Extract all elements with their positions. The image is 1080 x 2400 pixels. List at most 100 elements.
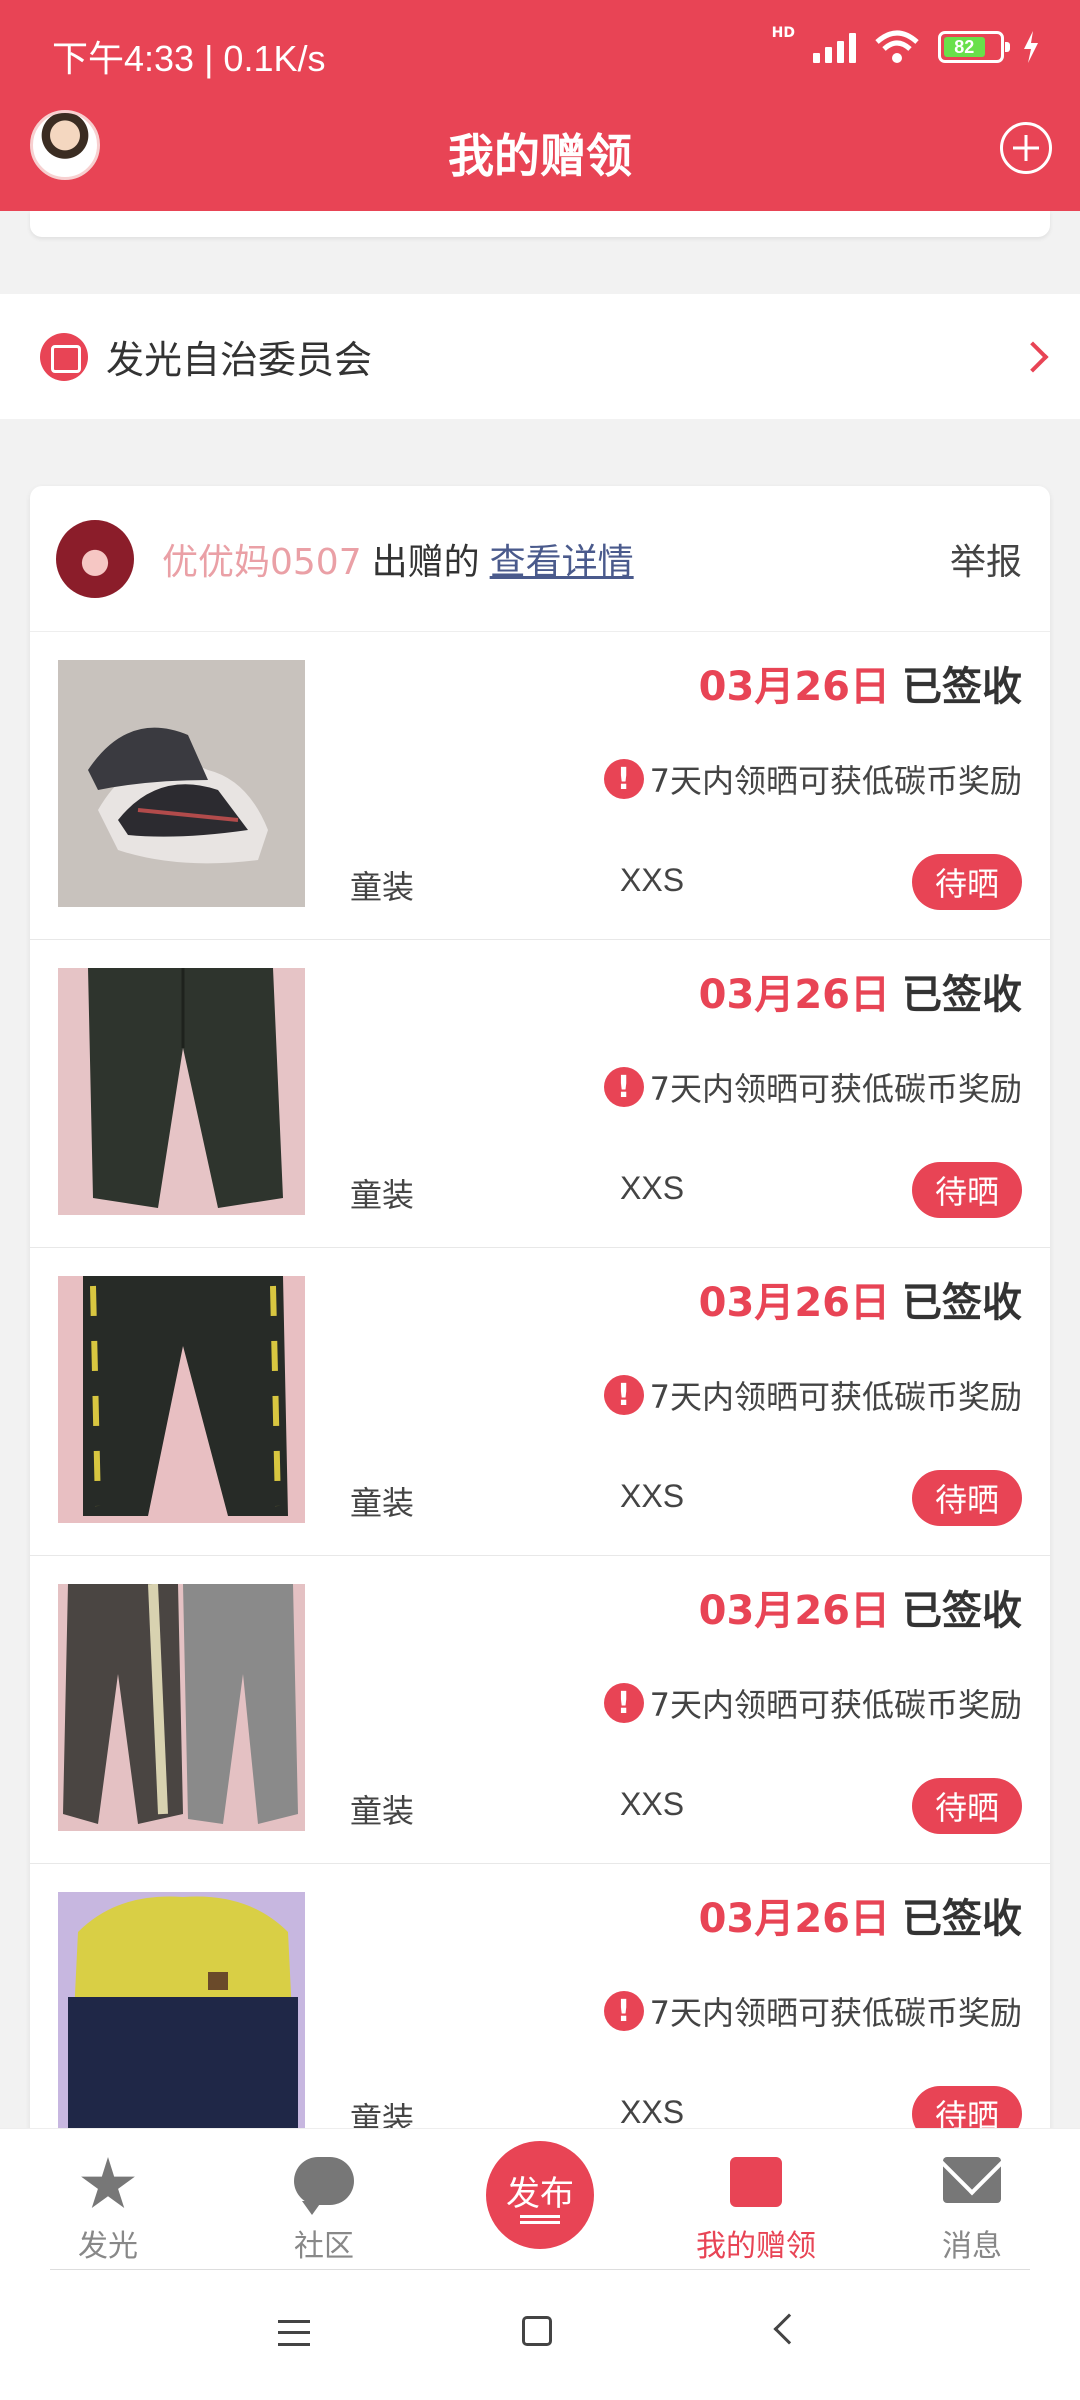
item-size: XXS (620, 1786, 685, 1822)
battery-level: 82 (944, 37, 985, 57)
org-row[interactable]: 发光自治委员会 (0, 294, 1080, 419)
nav-item-messages[interactable]: 消息 (864, 2129, 1080, 2271)
nav-label: 社区 (294, 2229, 354, 2264)
item-category: 童装 (350, 1484, 415, 1522)
mail-icon (943, 2157, 1001, 2203)
receipt-status: 已签收 (902, 1588, 1022, 1634)
yellow-jacket-photo (58, 1892, 305, 2128)
previous-card-edge (30, 211, 1050, 237)
list-item[interactable]: 03月26日 已签收 ! 7天内领晒可获低碳币奖励 童装 XXS 待晒 (30, 1864, 1050, 2128)
item-size: XXS (620, 862, 685, 898)
nav-label: 消息 (942, 2229, 1002, 2264)
receipt-date-line: 03月26日 已签收 (699, 1270, 1022, 1328)
receipt-date-line: 03月26日 已签收 (699, 962, 1022, 1020)
receipt-date: 03月26日 (698, 1896, 890, 1942)
donation-card: 优优妈0507 出赠的 查看详情 举报 03月26日 已签收 ! 7天内领晒可获低… (30, 486, 1050, 2128)
reward-text: 7天内领晒可获低碳币奖励 (649, 1378, 1022, 1416)
item-category: 童装 (350, 2100, 415, 2128)
battery-icon: 82 (938, 31, 1010, 63)
reward-text: 7天内领晒可获低碳币奖励 (649, 762, 1022, 800)
receipt-date-line: 03月26日 已签收 (699, 1578, 1022, 1636)
chevron-right-icon (1017, 340, 1049, 373)
exclamation-icon: ! (603, 1683, 644, 1723)
recent-apps-icon[interactable] (278, 2320, 310, 2346)
charging-icon (1024, 31, 1038, 63)
star-icon (81, 2157, 135, 2208)
view-details-link[interactable]: 查看详情 (490, 533, 634, 585)
share-photo-button[interactable]: 待晒 (912, 1470, 1022, 1526)
reward-notice: ! 7天内领晒可获低碳币奖励 (603, 1680, 1022, 1726)
card-header: 优优妈0507 出赠的 查看详情 举报 (30, 486, 1050, 632)
receipt-status: 已签收 (902, 664, 1022, 710)
status-time: 下午4:33 | 0.1K/s (52, 38, 326, 79)
gift-box-icon (730, 2157, 782, 2207)
back-icon[interactable] (773, 2313, 805, 2345)
list-item[interactable]: 03月26日 已签收 ! 7天内领晒可获低碳币奖励 童装 XXS 待晒 (30, 1556, 1050, 1864)
reward-notice: ! 7天内领晒可获低碳币奖励 (603, 756, 1022, 802)
exclamation-icon: ! (603, 1375, 644, 1415)
page-title: 我的赠领 (448, 129, 632, 183)
publish-button[interactable]: 发布 (486, 2141, 594, 2249)
network-type-label: HD (771, 25, 795, 41)
bottom-nav: 发光 社区 发布 我的赠领 消息 (0, 2128, 1080, 2270)
list-item[interactable]: 03月26日 已签收 ! 7天内领晒可获低碳币奖励 童装 XXS 待晒 (30, 940, 1050, 1248)
item-size: XXS (620, 1170, 685, 1206)
share-photo-button[interactable]: 待晒 (912, 854, 1022, 910)
status-icons: HD 82 (772, 25, 1040, 64)
item-category: 童装 (350, 868, 415, 906)
receipt-date: 03月26日 (698, 664, 890, 710)
receipt-date: 03月26日 (698, 1588, 890, 1634)
reward-text: 7天内领晒可获低碳币奖励 (649, 1070, 1022, 1108)
share-photo-button[interactable]: 待晒 (912, 1778, 1022, 1834)
reward-notice: ! 7天内领晒可获低碳币奖励 (603, 1372, 1022, 1418)
giver-name[interactable]: 优优妈0507 (162, 533, 362, 585)
app-header: 我的赠领 (0, 104, 1080, 211)
exclamation-icon: ! (603, 1067, 644, 1107)
receipt-date: 03月26日 (698, 972, 890, 1018)
sneakers-photo (58, 660, 305, 907)
reward-text: 7天内领晒可获低碳币奖励 (649, 1686, 1022, 1724)
status-bar: 下午4:33 | 0.1K/s HD 82 (0, 0, 1080, 104)
home-icon[interactable] (522, 2316, 552, 2346)
wifi-icon (875, 30, 919, 63)
receipt-date: 03月26日 (698, 1280, 890, 1326)
receipt-status: 已签收 (902, 1896, 1022, 1942)
item-size: XXS (620, 2094, 685, 2128)
system-nav-bar (0, 2270, 1080, 2400)
receipt-date-line: 03月26日 已签收 (699, 1886, 1022, 1944)
share-photo-button[interactable]: 待晒 (912, 1162, 1022, 1218)
item-category: 童装 (350, 1792, 415, 1830)
list-item[interactable]: 03月26日 已签收 ! 7天内领晒可获低碳币奖励 童装 XXS 待晒 (30, 632, 1050, 940)
org-name: 发光自治委员会 (106, 338, 373, 382)
giver-avatar[interactable] (56, 519, 134, 598)
exclamation-icon: ! (603, 1991, 644, 2031)
add-button[interactable] (1000, 122, 1052, 174)
top-bar: 下午4:33 | 0.1K/s HD 82 我的赠领 (0, 0, 1080, 211)
item-size: XXS (620, 1478, 685, 1514)
dark-pants-photo (58, 968, 305, 1215)
reward-notice: ! 7天内领晒可获低碳币奖励 (603, 1988, 1022, 2034)
item-category: 童装 (350, 1176, 415, 1214)
striped-pants-photo (58, 1276, 305, 1523)
nav-item-publish[interactable]: 发布 (432, 2129, 648, 2271)
receipt-status: 已签收 (902, 1280, 1022, 1326)
content-scroll[interactable]: 发光自治委员会 优优妈0507 出赠的 查看详情 举报 03月26日已签收 ! (0, 211, 1080, 2128)
signal-icon (813, 31, 856, 63)
publish-icon (520, 2221, 560, 2224)
reward-text: 7天内领晒可获低碳币奖励 (649, 1994, 1022, 2032)
publish-label: 发布 (506, 2174, 574, 2214)
nav-item-my-gifts[interactable]: 我的赠领 (648, 2129, 864, 2271)
list-item[interactable]: 03月26日 已签收 ! 7天内领晒可获低碳币奖励 童装 XXS 待晒 (30, 1248, 1050, 1556)
nav-label: 我的赠领 (696, 2229, 816, 2264)
nav-item-community[interactable]: 社区 (216, 2129, 432, 2271)
receipt-date-line: 03月26日 已签收 (699, 654, 1022, 712)
two-pants-photo (58, 1584, 305, 1831)
nav-label: 发光 (78, 2229, 138, 2264)
org-icon (40, 332, 88, 381)
share-photo-button[interactable]: 待晒 (912, 2086, 1022, 2128)
chat-bubble-icon (294, 2157, 354, 2215)
give-text: 出赠的 (371, 541, 480, 583)
receipt-status: 已签收 (902, 972, 1022, 1018)
report-button[interactable]: 举报 (950, 533, 1022, 585)
nav-item-glow[interactable]: 发光 (0, 2129, 216, 2271)
